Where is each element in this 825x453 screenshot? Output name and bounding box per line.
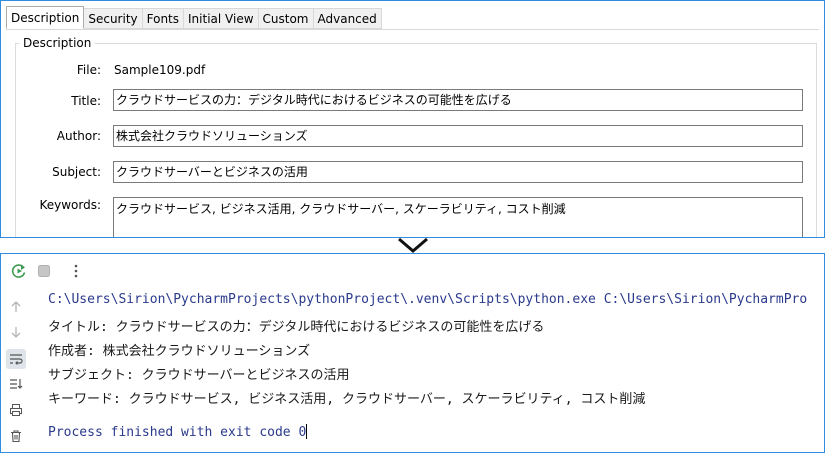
scroll-to-end-icon[interactable] [7, 375, 25, 393]
console-toolbar [1, 254, 824, 286]
console-command-line: C:\Users\Sirion\PycharmProjects\pythonPr… [48, 292, 808, 307]
file-value: Sample109.pdf [114, 63, 206, 77]
title-field[interactable]: クラウドサービスの力：デジタル時代におけるビジネスの可能性を広げる [113, 89, 803, 111]
scroll-down-icon[interactable] [7, 323, 25, 341]
tab-fonts[interactable]: Fonts [142, 8, 185, 29]
title-label: Title: [71, 94, 101, 108]
subject-field[interactable]: クラウドサーバーとビジネスの活用 [113, 161, 803, 183]
tab-underline [6, 29, 819, 30]
subject-label: Subject: [52, 165, 101, 179]
text-caret [306, 424, 308, 439]
chevron-down-icon [398, 237, 428, 253]
tab-advanced[interactable]: Advanced [313, 8, 382, 29]
keywords-field[interactable]: クラウドサービス, ビジネス活用, クラウドサーバー, スケーラビリティ, コス… [113, 197, 803, 237]
author-label: Author: [56, 129, 101, 143]
author-field[interactable]: 株式会社クラウドソリューションズ [113, 125, 803, 147]
console-output-author: 作成者: 株式会社クラウドソリューションズ [48, 344, 311, 359]
console-output-title: タイトル: クラウドサービスの力：デジタル時代におけるビジネスの可能性を広げる [48, 320, 545, 335]
document-properties-dialog: Description Security Fonts Initial View … [0, 0, 825, 239]
console-output-subject: サブジェクト: クラウドサーバーとビジネスの活用 [48, 368, 350, 383]
keywords-label: Keywords: [39, 198, 101, 212]
tab-security[interactable]: Security [84, 8, 143, 29]
run-console: C:\Users\Sirion\PycharmProjects\pythonPr… [0, 253, 825, 453]
group-title: Description [19, 36, 96, 50]
soft-wrap-icon[interactable] [6, 349, 26, 369]
process-finished-text: Process finished with exit code 0 [48, 425, 307, 440]
tab-custom[interactable]: Custom [258, 8, 314, 29]
scroll-up-icon[interactable] [7, 298, 25, 316]
console-output-keywords: キーワード: クラウドサービス, ビジネス活用, クラウドサーバー, スケーラビ… [48, 392, 646, 407]
trash-icon[interactable] [7, 427, 25, 445]
tab-initial-view[interactable]: Initial View [184, 8, 259, 29]
console-process-finished: Process finished with exit code 0 [48, 424, 308, 440]
tab-bar: Description Security Fonts Initial View … [6, 6, 382, 30]
file-label: File: [76, 63, 101, 77]
tab-description[interactable]: Description [6, 6, 85, 29]
stop-icon[interactable] [35, 262, 53, 280]
more-icon[interactable] [67, 262, 85, 280]
rerun-icon[interactable] [10, 262, 28, 280]
print-icon[interactable] [7, 401, 25, 419]
